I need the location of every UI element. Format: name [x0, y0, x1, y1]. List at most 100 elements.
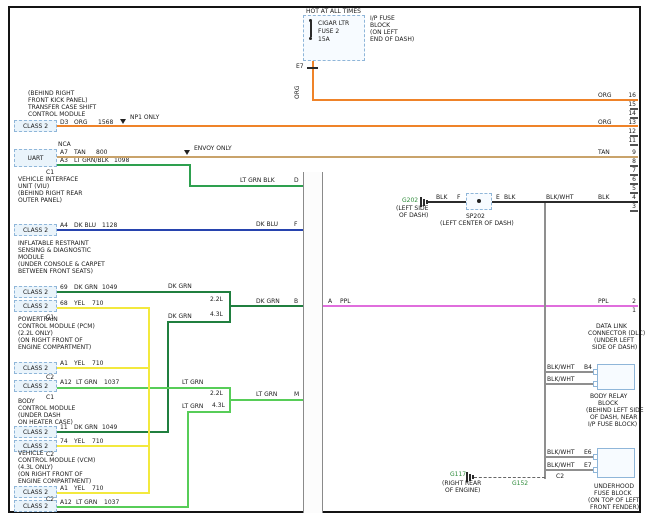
vcm-name2: CONTROL MODULE (VCM) [18, 457, 95, 464]
vcm-wire2-color: YEL [74, 438, 85, 445]
pin-number: 5 [620, 185, 636, 192]
engine-label-22l-lt: 2.2L [210, 390, 223, 397]
vcm-class2-box1: CLASS 2 [14, 426, 57, 438]
wire-label-dkgrn-lower: DK GRN [168, 313, 192, 320]
fuse-block-loc2: BLOCK [370, 22, 390, 29]
pin-number: 2 [620, 298, 636, 305]
sdm-circuit: 1128 [102, 222, 117, 229]
viu-wire1-color: TAN [74, 149, 86, 156]
wire-blkwht-relay2 [544, 383, 597, 385]
body-relay-block-box [597, 364, 635, 390]
sp202-loc: (LEFT CENTER OF DASH) [440, 220, 514, 227]
tcase-loc2: FRONT KICK PANEL) [28, 97, 87, 104]
dlc-name-line1: DATA LINK [596, 323, 627, 330]
sdm-name3: MODULE [18, 254, 44, 261]
vcm-circuit2: 710 [92, 438, 103, 445]
bcm-connector2: C1 [46, 394, 54, 401]
pcm-pin1: 69 [60, 284, 68, 291]
dlc-loc-line1: (UNDER LEFT [594, 337, 634, 344]
underhood-fuse-block-box [597, 448, 635, 478]
wire-blkwht-e7 [544, 469, 597, 471]
wire-blkwht-vertical [544, 203, 546, 479]
viu-pin2: A3 [60, 157, 68, 164]
pcm-class2-box1: CLASS 2 [14, 286, 57, 298]
pin-stub [630, 144, 638, 146]
bus-wire-label-dkblu: DK BLU [256, 221, 278, 228]
pin-color: PPL [598, 298, 609, 305]
wire-ltgrn-lower-branch-h [187, 411, 231, 413]
viu-connector: C1 [46, 169, 54, 176]
diagram-border [8, 6, 641, 513]
relay-connector-stub [593, 369, 598, 375]
wire-label-blkwht-e6: BLK/WHT [547, 449, 575, 456]
sdm-wire-color: DK BLU [74, 222, 96, 229]
vcm-pin1: 11 [60, 424, 68, 431]
pin-number: 1 [620, 307, 636, 314]
wire-label-dkgrn-upper: DK GRN [168, 283, 192, 290]
wire-yel-vcm [57, 445, 150, 447]
pin-number: 8 [620, 158, 636, 165]
wire-dkgrn-to-bus [229, 305, 303, 307]
viu-uart-box: UART [14, 149, 57, 167]
bus-pin-b: B [294, 298, 298, 305]
wire-label-blkwht-e7: BLK/WHT [547, 462, 575, 469]
wire-dkgrn-merge-vertical [229, 291, 231, 323]
viu-loc1: (BEHIND RIGHT REAR [18, 190, 82, 197]
mod7-pin1: A1 [60, 485, 68, 492]
pin-number: 14 [620, 110, 636, 117]
connector-tick [307, 67, 318, 69]
relay-name1: BODY RELAY [590, 393, 627, 400]
wire-dkgrn-vcm-branch-h [167, 321, 231, 323]
g202-loc2: OF DASH) [399, 212, 428, 219]
g117-label: G117 [450, 471, 466, 478]
tcase-loc1: (BEHIND RIGHT [28, 90, 74, 97]
np1-flag-arrow-icon [120, 119, 126, 124]
sp202-label: SP202 [466, 213, 485, 220]
dlc-name-line2: CONNECTOR (DLC) [588, 330, 645, 337]
bus-pin-f: F [294, 221, 297, 228]
pin-color: ORG [598, 92, 612, 99]
sdm-loc2: BETWEEN FRONT SEATS) [18, 268, 93, 275]
mod7-connector: C2 [46, 496, 54, 503]
viu-loc2: OUTER PANEL) [18, 197, 62, 204]
relay-loc1: (BEHIND LEFT SIDE [586, 407, 644, 414]
viu-pin1: A7 [60, 149, 68, 156]
wire-org-tcase-to-pin13 [57, 125, 638, 127]
bcm-class2-box1: CLASS 2 [14, 362, 57, 374]
fuse-block-loc4: END OF DASH) [370, 36, 414, 43]
bcm-circuit2: 1037 [104, 379, 119, 386]
bcm-loc1: (UNDER DASH [18, 412, 61, 419]
wire-dkgrn-vcm [57, 431, 169, 433]
mod7-wire1-color: YEL [74, 485, 85, 492]
bus-wire-label-dkgrn: DK GRN [256, 298, 280, 305]
g117-loc1: (RIGHT REAR [442, 480, 481, 487]
wire-ltgrnblk-h1 [57, 164, 191, 166]
bcm-pin2: A12 [60, 379, 72, 386]
g152-label: G152 [512, 480, 528, 487]
fuse-block-loc3: (ON LEFT [370, 29, 398, 36]
bcm-pin1: A1 [60, 360, 68, 367]
uhfb-connector-stub [593, 467, 598, 473]
envoy-flag-arrow-icon [184, 150, 190, 155]
vcm-loc2: ENGINE COMPARTMENT) [18, 478, 91, 485]
wire-ltgrn-bottom-vertical [187, 411, 189, 508]
sp202-pin-e: E [496, 194, 500, 201]
bcm-wire2-color: LT GRN [76, 379, 97, 386]
wiring-diagram: HOT AT ALL TIMES CIGAR LTR FUSE 2 15A I/… [0, 0, 650, 521]
wire-label-blkwht-mid: BLK/WHT [546, 194, 574, 201]
tcase-name2: CONTROL MODULE [28, 111, 85, 118]
wire-org-to-pin16 [312, 99, 638, 101]
g202-label: G202 [402, 197, 418, 204]
vcm-loc1: (ON RIGHT FRONT OF [18, 471, 83, 478]
wire-dkgrn-pcm-branch [57, 291, 231, 293]
viu-circuit2: 1098 [114, 157, 129, 164]
bcm-name1: BODY [18, 398, 35, 405]
fuse-rating: 15A [318, 36, 330, 43]
uhfb-pin-e7: E7 [584, 462, 592, 469]
pin-number: 4 [620, 194, 636, 201]
bus-wire-label-ltgrnblk: LT GRN BLK [240, 177, 275, 184]
sdm-name1: INFLATABLE RESTRAINT [18, 240, 89, 247]
wire-label-blk-out: BLK [504, 194, 515, 201]
pin-number: 12 [620, 128, 636, 135]
uhfb-name2: FUSE BLOCK [594, 490, 631, 497]
